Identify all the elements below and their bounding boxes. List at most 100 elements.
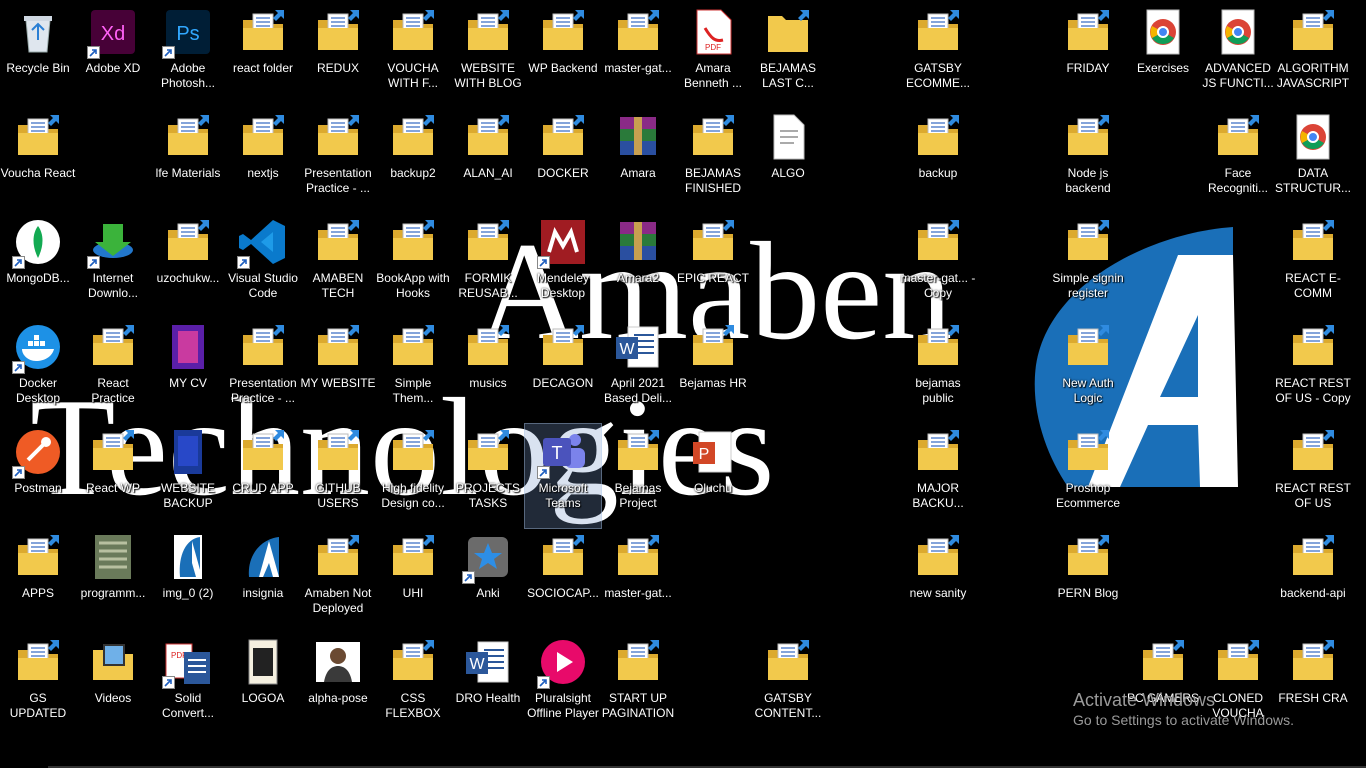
- desktop-icon-website-with-blog[interactable]: WEBSITE WITH BLOG: [450, 4, 526, 108]
- desktop-icon-new-sanity[interactable]: new sanity: [900, 529, 976, 633]
- desktop-icon-new-auth-logic[interactable]: New Auth Logic: [1050, 319, 1126, 423]
- desktop-icon-internet-downlo[interactable]: Internet Downlo...: [75, 214, 151, 318]
- desktop-icon-postman[interactable]: Postman: [0, 424, 76, 528]
- shortcut-arrow-icon: [537, 256, 550, 269]
- desktop-icon-amara2[interactable]: Amara2: [600, 214, 676, 318]
- desktop-icon-decagon[interactable]: DECAGON: [525, 319, 601, 423]
- desktop-icon-label: START UP PAGINATION: [601, 691, 675, 720]
- desktop-icon-dro-health[interactable]: W DRO Health: [450, 634, 526, 738]
- desktop-icon-visual-studio-code[interactable]: Visual Studio Code: [225, 214, 301, 318]
- desktop-icon-algo[interactable]: ALGO: [750, 109, 826, 213]
- desktop-icon-react-practice[interactable]: React Practice: [75, 319, 151, 423]
- desktop-icon-label: GITHUB USERS: [315, 481, 361, 510]
- desktop-icon-my-website[interactable]: MY WEBSITE: [300, 319, 376, 423]
- desktop-icon-label: MAJOR BACKU...: [912, 481, 964, 510]
- docker-icon: [12, 323, 62, 374]
- desktop-icon-bejamas-public[interactable]: bejamas public: [900, 319, 976, 423]
- desktop-icon-react-rest-of-us-copy[interactable]: REACT REST OF US - Copy: [1275, 319, 1351, 423]
- desktop-icon-github-users[interactable]: GITHUB USERS: [300, 424, 376, 528]
- desktop-icon-pern-blog[interactable]: PERN Blog: [1050, 529, 1126, 633]
- desktop-icon-voucha-react[interactable]: Voucha React: [0, 109, 76, 213]
- desktop-icon-solid-convert[interactable]: PDF Solid Convert...: [150, 634, 226, 738]
- desktop-icon-bejamas-last-c[interactable]: BEJAMAS LAST C...: [750, 4, 826, 108]
- desktop-icon-epic-react[interactable]: EPIC REACT: [675, 214, 751, 318]
- desktop-icon-presentation-practice[interactable]: Presentation Practice - ...: [300, 109, 376, 213]
- desktop-icon-adobe-photosh[interactable]: Ps Adobe Photosh...: [150, 4, 226, 108]
- folder-icon: [314, 533, 362, 581]
- desktop-icon-data-structur[interactable]: DATA STRUCTUR...: [1275, 109, 1351, 213]
- desktop-icon-start-up-pagination[interactable]: START UP PAGINATION: [600, 634, 676, 738]
- desktop-icon-gs-updated[interactable]: GS UPDATED: [0, 634, 76, 738]
- desktop-icon-friday[interactable]: FRIDAY: [1050, 4, 1126, 108]
- desktop-icon-voucha-with-f[interactable]: VOUCHA WITH F...: [375, 4, 451, 108]
- desktop-icon-anki[interactable]: Anki: [450, 529, 526, 633]
- desktop-icon-musics[interactable]: musics: [450, 319, 526, 423]
- desktop-icon-insignia[interactable]: insignia: [225, 529, 301, 633]
- desktop-icon-react-rest-of-us[interactable]: REACT REST OF US: [1275, 424, 1351, 528]
- desktop-icon-microsoft-teams[interactable]: T Microsoft Teams: [524, 423, 602, 529]
- desktop-icon-sociocap[interactable]: SOCIOCAP...: [525, 529, 601, 633]
- desktop-icon-recycle-bin[interactable]: Recycle Bin: [0, 4, 76, 108]
- desktop-icon-crud-app[interactable]: CRUD APP: [225, 424, 301, 528]
- desktop-icon-proshop-ecommerce[interactable]: Proshop Ecommerce: [1050, 424, 1126, 528]
- desktop-icon-bookapp-with-hooks[interactable]: BookApp with Hooks: [375, 214, 451, 318]
- desktop-icon-react-e-comm[interactable]: REACT E-COMM: [1275, 214, 1351, 318]
- desktop-icon-backend-api[interactable]: backend-api: [1275, 529, 1351, 633]
- desktop-icon-master-gat-copy[interactable]: master-gat... - Copy: [900, 214, 976, 318]
- desktop-icon-docker[interactable]: DOCKER: [525, 109, 601, 213]
- desktop-icon-major-backu[interactable]: MAJOR BACKU...: [900, 424, 976, 528]
- desktop-icon-pluralsight-offline-player[interactable]: Pluralsight Offline Player: [525, 634, 601, 738]
- desktop-icon-projects-tasks[interactable]: PROJECTS TASKS: [450, 424, 526, 528]
- desktop-icon-lfe-materials[interactable]: lfe Materials: [150, 109, 226, 213]
- desktop-icon-oluchu[interactable]: P Oluchu: [675, 424, 751, 528]
- desktop-icon-face-recogniti[interactable]: Face Recogniti...: [1200, 109, 1276, 213]
- desktop-icon-april-2021-based-deli[interactable]: W April 2021 Based Deli...: [600, 319, 676, 423]
- desktop-icon-img-0-2[interactable]: img_0 (2): [150, 529, 226, 633]
- desktop-icon-bejamas-project[interactable]: Bejamas Project: [600, 424, 676, 528]
- desktop-icon-formik-reusab[interactable]: FORMIK REUSAB...: [450, 214, 526, 318]
- desktop-icon-amaben-tech[interactable]: AMABEN TECH: [300, 214, 376, 318]
- desktop-icon-gatsby-content[interactable]: GATSBY CONTENT...: [750, 634, 826, 738]
- desktop-icon-programm[interactable]: programm...: [75, 529, 151, 633]
- desktop-icon-mendeley-desktop[interactable]: Mendeley Desktop: [525, 214, 601, 318]
- desktop-icon-gatsby-ecomme[interactable]: GATSBY ECOMME...: [900, 4, 976, 108]
- desktop-icon-amara[interactable]: Amara: [600, 109, 676, 213]
- desktop-icon-bejamas-finished[interactable]: BEJAMAS FINISHED: [675, 109, 751, 213]
- folder-icon: [539, 323, 587, 371]
- desktop-icon-algorithm-javascript[interactable]: ALGORITHM JAVASCRIPT: [1275, 4, 1351, 108]
- desktop-icon-alpha-pose[interactable]: alpha-pose: [300, 634, 376, 738]
- desktop-icon-uhi[interactable]: UHI: [375, 529, 451, 633]
- desktop-icon-amaben-not-deployed[interactable]: Amaben Not Deployed: [300, 529, 376, 633]
- desktop-icon-mongodb[interactable]: MongoDB...: [0, 214, 76, 318]
- desktop-icon-logoa[interactable]: LOGOA: [225, 634, 301, 738]
- desktop-icon-nextjs[interactable]: nextjs: [225, 109, 301, 213]
- desktop-icon-simple-them[interactable]: Simple Them...: [375, 319, 451, 423]
- desktop-icon-backup2[interactable]: backup2: [375, 109, 451, 213]
- desktop-icon-amara-benneth[interactable]: PDF Amara Benneth ...: [675, 4, 751, 108]
- desktop-icon-label: backend-api: [1280, 586, 1346, 600]
- desktop-icon-redux[interactable]: REDUX: [300, 4, 376, 108]
- desktop-icon-apps[interactable]: APPS: [0, 529, 76, 633]
- desktop-icon-backup[interactable]: backup: [900, 109, 976, 213]
- desktop-icon-uzochukw[interactable]: uzochukw...: [150, 214, 226, 318]
- desktop-icon-react-wp[interactable]: React WP: [75, 424, 151, 528]
- desktop-icon-high-fidelity-design-co[interactable]: High fidelity Design co...: [375, 424, 451, 528]
- desktop-icon-website-backup[interactable]: WEBSITE BACKUP: [150, 424, 226, 528]
- desktop-icon-alan-ai[interactable]: ALAN_AI: [450, 109, 526, 213]
- desktop-icon-adobe-xd[interactable]: Xd Adobe XD: [75, 4, 151, 108]
- desktop-icon-videos[interactable]: Videos: [75, 634, 151, 738]
- desktop-icon-wp-backend[interactable]: WP Backend: [525, 4, 601, 108]
- desktop-icon-advanced-js-functi[interactable]: ADVANCED JS FUNCTI...: [1200, 4, 1276, 108]
- desktop-icon-presentation-practice[interactable]: Presentation Practice - ...: [225, 319, 301, 423]
- desktop-icon-react-folder[interactable]: react folder: [225, 4, 301, 108]
- desktop-icon-master-gat[interactable]: master-gat...: [600, 4, 676, 108]
- desktop-icon-my-cv[interactable]: MY CV: [150, 319, 226, 423]
- desktop-icon-master-gat[interactable]: master-gat...: [600, 529, 676, 633]
- desktop-icon-node-js-backend[interactable]: Node js backend: [1050, 109, 1126, 213]
- desktop-icon-exercises[interactable]: Exercises: [1125, 4, 1201, 108]
- desktop-icon-simple-signin-register[interactable]: Simple signin register: [1050, 214, 1126, 318]
- desktop-icon-docker-desktop[interactable]: Docker Desktop: [0, 319, 76, 423]
- desktop-icon-label: Mendeley Desktop: [536, 271, 590, 300]
- desktop-icon-css-flexbox-tut[interactable]: CSS FLEXBOX TUT: [375, 634, 451, 738]
- desktop-icon-bejamas-hr[interactable]: Bejamas HR: [675, 319, 751, 423]
